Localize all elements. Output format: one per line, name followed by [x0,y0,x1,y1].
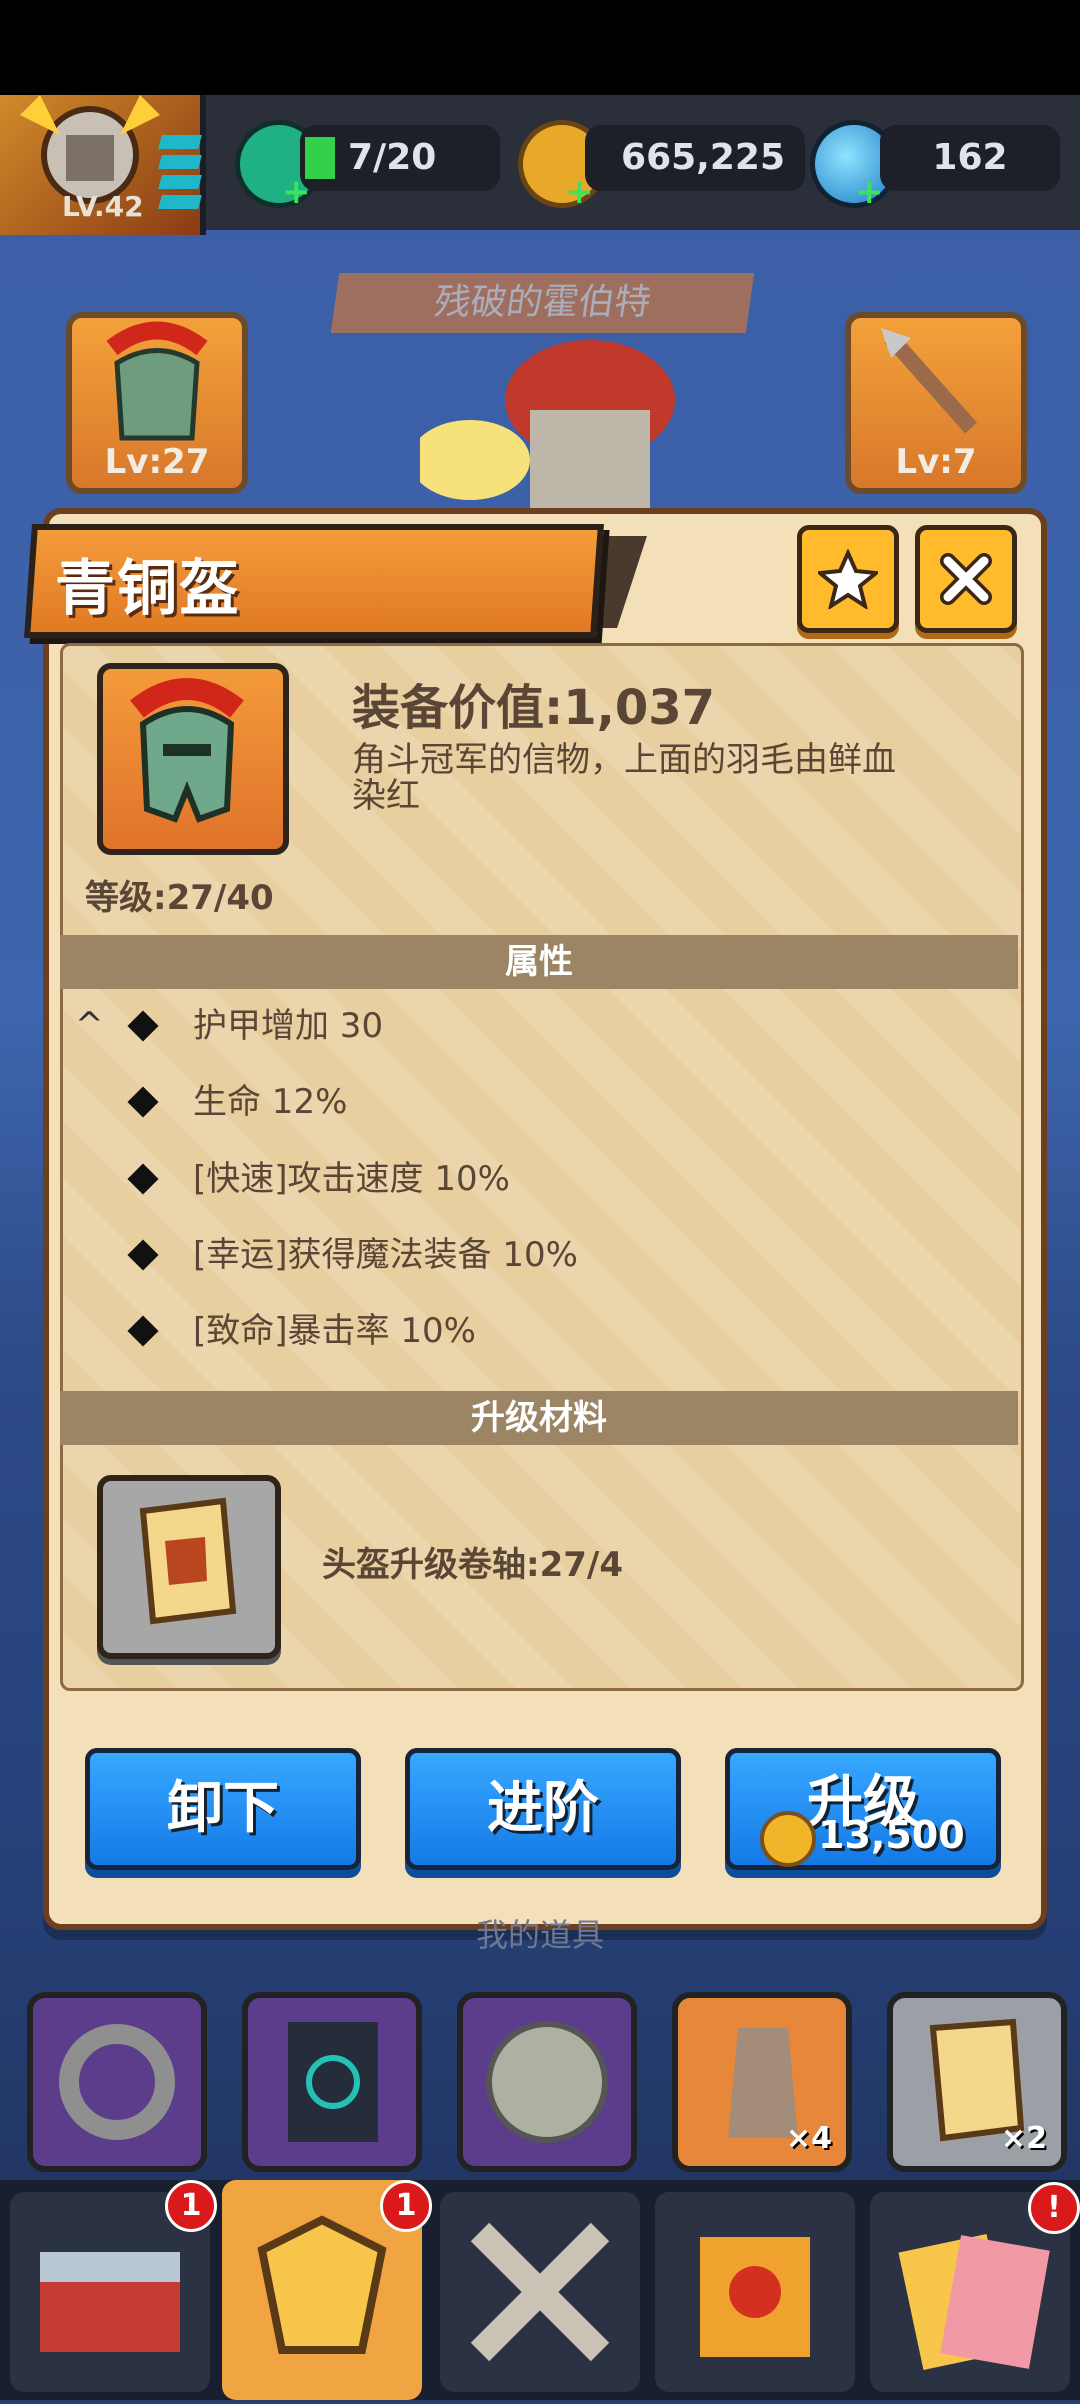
equipment-value: 装备价值:1,037 [352,680,716,736]
inventory-seal-item[interactable] [457,1992,637,2172]
spellbook-icon [288,2022,378,2142]
attribute-row: 生命 12% [193,1082,348,1122]
attributes-header: 属性 [60,935,1018,989]
item-quantity: ×2 [1000,2121,1047,2156]
upgrade-button[interactable]: 升级 13,500 [725,1748,1001,1870]
collapse-caret-icon[interactable]: ^ [75,1005,104,1045]
add-gems-plus-icon[interactable]: + [855,175,884,209]
equipped-weapon-slot[interactable]: Lv:7 [845,312,1027,494]
status-bar [0,0,1080,95]
nav-tab-book[interactable] [655,2192,855,2392]
gem-counter: 162 [880,125,1060,191]
stone-seal-icon [486,2021,608,2143]
unequip-button[interactable]: 卸下 [85,1748,361,1870]
item-level: 等级:27/40 [85,878,274,918]
notification-badge: 1 [165,2180,217,2232]
equipped-helmet-slot[interactable]: Lv:27 [66,312,248,494]
stamina-bars [158,135,202,235]
star-icon [818,549,878,609]
inventory-gear-item[interactable] [27,1992,207,2172]
hero-character-icon [420,340,675,510]
materials-header: 升级材料 [60,1391,1018,1445]
close-button[interactable] [915,525,1017,633]
item-icon [97,663,289,855]
hero-name-banner: 残破的霍伯特 [330,273,755,333]
dagger-icon [881,328,977,434]
inventory-book-item[interactable] [242,1992,422,2172]
material-requirement: 头盔升级卷轴:27/4 [322,1545,623,1585]
crossed-swords-icon [470,2222,610,2362]
item-description: 角斗冠军的信物，上面的羽毛由鲜血染红 [352,740,896,816]
notification-badge: 1 [380,2180,432,2232]
my-items-label: 我的道具 [475,1916,604,1954]
item-quantity: ×4 [785,2121,832,2156]
green-helmet-icon [106,321,208,441]
attribute-row: [致命]暴击率 10% [193,1311,476,1351]
helmet-scroll-icon [139,1497,237,1625]
advance-button[interactable]: 进阶 [405,1748,681,1870]
inventory-moai-item[interactable]: ×4 [672,1992,852,2172]
player-level: LV.42 [62,190,144,223]
upgrade-cost: 13,500 [818,1813,965,1857]
material-item[interactable] [97,1475,281,1659]
spellbook-icon [700,2237,810,2357]
item-title: 青铜盔 [55,554,241,624]
bronze-helmet-icon [130,678,244,823]
attribute-row: 护甲增加 30 [193,1006,384,1046]
nav-tab-battle[interactable] [440,2192,640,2392]
gold-counter: 665,225 [585,125,805,191]
favorite-button[interactable] [797,525,899,633]
attribute-row: [快速]攻击速度 10% [193,1159,510,1199]
energy-counter: 7/20 [300,125,500,191]
close-icon [940,553,992,605]
gold-coin-icon [760,1811,816,1867]
inventory-scroll-item[interactable]: ×2 [887,1992,1067,2172]
gear-icon [59,2024,175,2140]
notification-badge: ! [1028,2182,1080,2234]
attribute-row: [幸运]获得魔法装备 10% [193,1235,578,1275]
